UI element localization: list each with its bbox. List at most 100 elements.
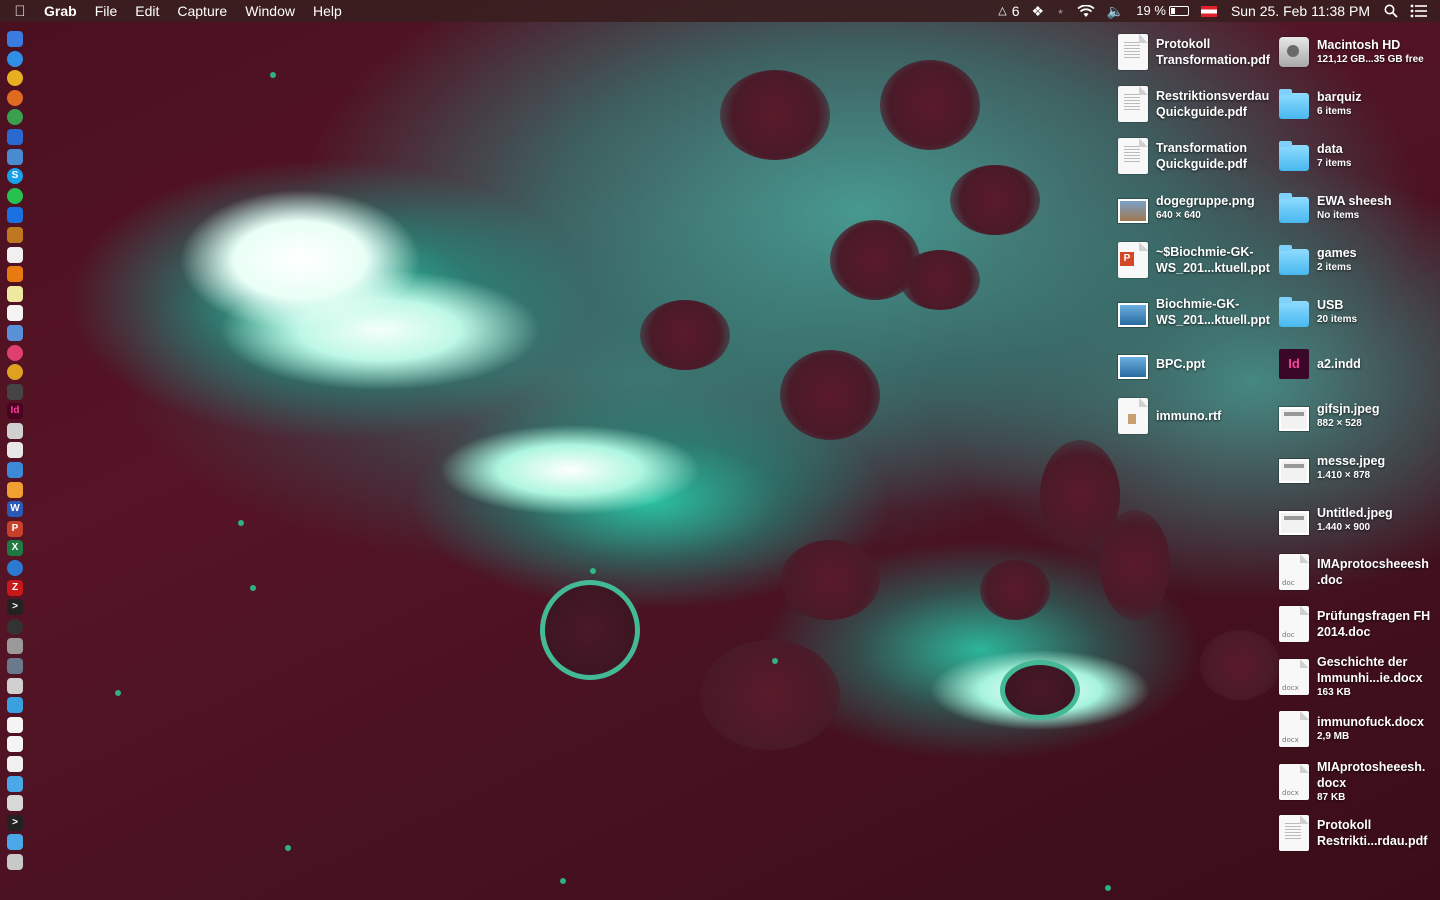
dock-dropbox-icon[interactable] [7,207,23,224]
desktop-item-info: 882 × 528 [1317,418,1362,429]
menu-help[interactable]: Help [304,0,351,22]
dock-keynote-icon[interactable] [7,462,23,479]
desktop-item-info: 163 KB [1317,687,1351,698]
dock-pages-icon[interactable] [7,481,23,498]
dock-excel-icon[interactable]: X [7,540,23,557]
desktop-item[interactable]: games 2 items [1279,235,1357,285]
dock: S Id W P X Z > > [0,30,30,892]
dock-document-icon[interactable] [7,716,23,733]
desktop-item-info: 7 items [1317,158,1352,169]
dock-pen-icon[interactable] [7,383,23,400]
notification-menu-extra[interactable]: △ 6 [992,0,1025,22]
dock-downloads-folder-icon[interactable] [7,697,23,714]
desktop-item[interactable]: Protokoll Transformation.pdf [1118,27,1270,77]
dock-chrome-icon[interactable] [7,70,23,87]
desktop-item[interactable]: BPC.ppt [1118,339,1205,389]
dock-filezilla-icon[interactable]: Z [7,579,23,596]
dock-skype-icon[interactable]: S [7,168,23,185]
dock-mail-icon[interactable] [7,324,23,341]
desktop-item[interactable]: dogegruppe.png 640 × 640 [1118,183,1255,233]
dock-onedrive-icon[interactable] [7,128,23,145]
desktop-item[interactable]: USB 20 items [1279,287,1357,337]
menu-edit[interactable]: Edit [126,0,168,22]
dock-notes-icon[interactable] [7,285,23,302]
dock-document3-icon[interactable] [7,755,23,772]
dock-calendar-icon[interactable] [7,246,23,263]
desktop-item[interactable]: Untitled.jpeg 1.440 × 900 [1279,495,1393,545]
bluetooth-icon[interactable]: ⋆ [1050,0,1071,22]
dock-scanner-icon[interactable] [7,658,23,674]
dock-disk-utility-icon[interactable] [7,638,23,655]
desktop-item[interactable]: doc IMAprotocsheeesh .doc [1279,547,1429,597]
dock-firefox-icon[interactable] [7,89,23,106]
dock-printer-icon[interactable] [7,677,23,694]
dock-textedit-icon[interactable] [7,305,23,322]
desktop-item-text: games 2 items [1317,245,1357,275]
dock-document2-icon[interactable] [7,736,23,753]
dock-folder2-icon[interactable] [7,834,23,851]
input-source-flag-icon[interactable] [1195,5,1223,17]
desktop-item[interactable]: doc Prüfungsfragen FH 2014.doc [1279,599,1430,649]
dock-itunes-icon[interactable] [7,344,23,361]
desktop-item[interactable]: docx immunofuck.docx 2,9 MB [1279,704,1424,754]
wifi-icon[interactable] [1071,4,1101,18]
dock-terminal2-icon[interactable]: > [7,814,23,831]
clock[interactable]: Sun 25. Feb 11:38 PM [1223,0,1378,22]
desktop-item-text: USB 20 items [1317,297,1357,327]
desktop-item[interactable]: ~$Biochmie-GK- WS_201...ktuell.ppt [1118,235,1270,285]
dock-folder-icon[interactable] [7,775,23,792]
menu-capture[interactable]: Capture [168,0,236,22]
volume-icon[interactable]: 🔈 [1101,0,1130,22]
desktop-item-info: 20 items [1317,314,1358,325]
desktop-item[interactable]: Restriktionsverdau Quickguide.pdf [1118,79,1269,129]
dock-console-icon[interactable] [7,618,23,635]
desktop-item[interactable]: barquiz 6 items [1279,79,1361,129]
desktop-item[interactable]: Id a2.indd [1279,339,1361,389]
desktop-item[interactable]: Macintosh HD 121,12 GB...35 GB free [1279,27,1424,77]
desktop-item[interactable]: Biochmie-GK- WS_201...ktuell.ppt [1118,287,1270,337]
dock-finder-icon[interactable] [7,31,23,47]
dock-thunderbird-icon[interactable] [7,560,23,577]
desktop-item[interactable]: docx MIAprotosheeesh. docx 87 KB [1279,757,1425,807]
dock-chart-icon[interactable] [7,442,23,459]
dock-preview-icon[interactable] [7,148,23,165]
dock-stack-icon[interactable] [7,795,23,812]
desktop-item[interactable]: gifsjn.jpeg 882 × 528 [1279,391,1380,441]
folder-icon [1279,297,1309,327]
dock-trash-icon[interactable] [7,853,23,870]
dock-ibooks-icon[interactable] [7,226,23,243]
dock-indesign-icon[interactable]: Id [7,403,23,420]
dock-script-icon[interactable] [7,422,23,439]
desktop-item[interactable]: messe.jpeg 1.410 × 878 [1279,443,1385,493]
dock-vlc-icon[interactable] [7,266,23,283]
dock-word-icon[interactable]: W [7,501,23,518]
doc-file-icon: doc [1279,554,1309,590]
presentation-icon [1118,355,1148,379]
dock-terminal-icon[interactable]: > [7,599,23,616]
rtf-document-icon [1118,398,1148,434]
desktop-item[interactable]: Transformation Quickguide.pdf [1118,131,1247,181]
dropbox-icon[interactable]: ❖ [1026,0,1051,22]
spotlight-search-icon[interactable] [1378,4,1404,18]
menu-window[interactable]: Window [236,0,304,22]
notification-center-icon[interactable] [1404,4,1440,18]
pdf-document-icon [1118,138,1148,174]
desktop-item[interactable]: EWA sheesh No items [1279,183,1392,233]
pdf-document-icon [1279,815,1309,851]
apple-menu-icon[interactable]:  [0,3,40,20]
dock-globe-icon[interactable] [7,109,23,126]
desktop-item[interactable]: data 7 items [1279,131,1351,181]
desktop-item[interactable]: immuno.rtf [1118,391,1221,441]
desktop-item-text: Geschichte der Immunhi...ie.docx 163 KB [1317,654,1423,700]
desktop-item[interactable]: Protokoll Restrikti...rdau.pdf [1279,808,1427,858]
dock-whatsapp-icon[interactable] [7,187,23,204]
dock-safari-icon[interactable] [7,50,23,67]
dock-photos-icon[interactable] [7,364,23,381]
battery-status[interactable]: 19 % [1130,0,1195,22]
desktop-item-text: Macintosh HD 121,12 GB...35 GB free [1317,37,1424,67]
app-menu-grab[interactable]: Grab [40,0,86,22]
dock-powerpoint-icon[interactable]: P [7,520,23,537]
menu-file[interactable]: File [86,0,127,22]
desktop-item-name: BPC.ppt [1156,357,1206,371]
desktop-item[interactable]: docx Geschichte der Immunhi...ie.docx 163 … [1279,652,1423,702]
